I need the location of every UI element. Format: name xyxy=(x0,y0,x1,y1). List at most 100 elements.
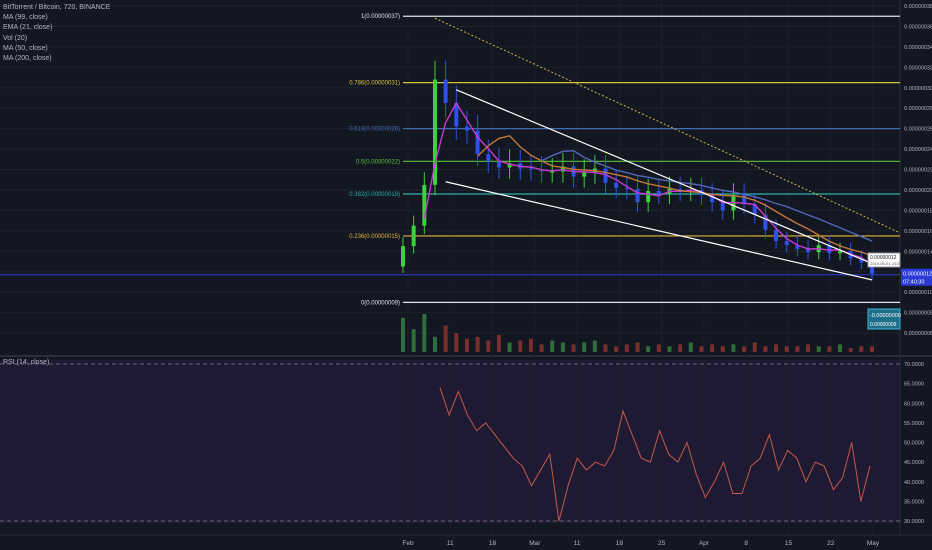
candle-body xyxy=(774,229,779,242)
time-tick-label: 18 xyxy=(616,540,624,547)
candle-body xyxy=(422,184,427,226)
price-tick-label: 0.00000032 xyxy=(904,65,932,71)
fib-level-label: 0.5(0.00000022) xyxy=(356,159,400,165)
price-tick-label: 0.00000028 xyxy=(904,106,932,112)
fib-level-label: 1(0.00000037) xyxy=(361,14,400,20)
indicator-ema21[interactable]: EMA (21, close) xyxy=(3,23,110,33)
volume-bar xyxy=(475,336,480,352)
time-tick-label: 15 xyxy=(785,540,793,547)
price-tick-label: 0.00000018 xyxy=(904,208,932,214)
time-tick-label: 25 xyxy=(658,540,666,547)
fib-level-label: 0.618(0.00000026) xyxy=(349,127,400,133)
volume-bar xyxy=(870,346,874,352)
rsi-tick-label: 70.0000 xyxy=(904,362,924,368)
volume-bar xyxy=(443,325,448,352)
volume-bar xyxy=(422,314,427,352)
price-tick-label: 0.00000016 xyxy=(904,229,932,235)
volume-bar xyxy=(656,344,661,352)
volume-bar xyxy=(603,344,608,352)
indicator-ma50[interactable]: MA (50, close) xyxy=(3,44,110,54)
price-tick-label: 0.00000038 xyxy=(904,4,932,10)
rsi-title[interactable]: RSI (14, close) xyxy=(3,359,49,366)
rsi-tick-label: 60.0000 xyxy=(904,401,924,407)
time-tick-label: 11 xyxy=(447,540,454,547)
volume-bar xyxy=(667,346,672,352)
volume-bar xyxy=(720,346,725,352)
candle-body xyxy=(656,190,661,195)
volume-bar xyxy=(539,344,544,352)
time-tick-label: 22 xyxy=(827,540,835,547)
volume-bar xyxy=(827,346,832,352)
candle-body xyxy=(486,154,491,162)
time-tick-label: May xyxy=(867,540,880,547)
time-tick-label: Feb xyxy=(402,540,414,547)
candle-body xyxy=(838,251,843,254)
volume-bar xyxy=(742,346,747,352)
volume-bar xyxy=(752,342,757,352)
candle-body xyxy=(646,190,651,203)
price-tick-label: 0.00000036 xyxy=(904,24,932,30)
price-tick-label: 0.00000014 xyxy=(904,249,932,255)
volume-bar xyxy=(806,344,811,352)
volume-bar xyxy=(550,340,555,352)
volume-bar xyxy=(518,340,523,352)
volume-bar xyxy=(614,346,619,352)
volume-bar xyxy=(838,344,843,352)
candle-body xyxy=(411,225,416,247)
volume-bar xyxy=(560,342,565,352)
volume-bar xyxy=(763,346,768,352)
price-tick-label: 0.00000022 xyxy=(904,168,932,174)
price-tick-label: 0.00000026 xyxy=(904,127,932,133)
volume-bar xyxy=(816,346,821,352)
measure-line-1: -0.00000000 xyxy=(870,313,901,319)
chart-screen: 0.00000006 0.00000008 0.00000010 0.00000012… xyxy=(0,0,932,550)
volume-bar xyxy=(496,334,501,352)
volume-bar xyxy=(454,333,459,352)
candle-body xyxy=(784,241,789,246)
indicator-volume[interactable]: Vol (20) xyxy=(3,34,110,44)
tooltip-date: 2019-05-01 23:00 xyxy=(870,261,902,266)
time-tick-label: Mar xyxy=(529,540,541,547)
candle-body xyxy=(464,126,469,131)
rsi-tick-label: 55.0000 xyxy=(904,421,924,427)
time-tick-label: 8 xyxy=(744,540,748,547)
symbol-title[interactable]: BitTorrent / Bitcoin, 720, BINANCE xyxy=(3,3,110,13)
volume-bar xyxy=(774,344,779,352)
chart-canvas[interactable]: 0.00000006 0.00000008 0.00000010 0.00000012… xyxy=(0,0,932,550)
candle-body xyxy=(443,79,448,104)
time-tick-label: 18 xyxy=(489,540,497,547)
volume-bar xyxy=(464,338,469,352)
candle-body xyxy=(550,171,555,173)
candle-body xyxy=(614,182,619,188)
volume-bar xyxy=(710,344,715,352)
volume-bar xyxy=(571,344,576,352)
candle-body xyxy=(528,168,533,170)
volume-bar xyxy=(582,342,587,352)
volume-bar xyxy=(848,348,853,352)
price-tick-label: 0.00000034 xyxy=(904,45,932,51)
time-tick-label: Apr xyxy=(699,540,710,547)
fib-level-label: 0(0.00000009) xyxy=(361,300,400,306)
candle-body xyxy=(401,246,405,267)
rsi-tick-label: 35.0000 xyxy=(904,499,924,505)
volume-bar xyxy=(432,336,437,352)
volume-bar xyxy=(507,342,512,352)
indicator-ma99[interactable]: MA (99, close) xyxy=(3,13,110,23)
fib-level-label: 0.382(0.00000019) xyxy=(349,192,400,198)
volume-bar xyxy=(688,342,693,352)
price-tick-label: 0.00000008 xyxy=(904,311,932,317)
volume-bar xyxy=(486,340,491,352)
volume-bar xyxy=(646,346,651,352)
indicator-ma200[interactable]: MA (200, close) xyxy=(3,54,110,64)
fib-level-label: 0.786(0.00000031) xyxy=(349,81,400,87)
rsi-tick-label: 40.0000 xyxy=(904,480,924,486)
price-tick-label: 0.00000020 xyxy=(904,188,932,194)
time-tick-label: 11 xyxy=(574,540,581,547)
candle-body xyxy=(720,202,725,211)
rsi-tick-label: 45.0000 xyxy=(904,460,924,466)
price-tick-label: 0.00000024 xyxy=(904,147,932,153)
candle-body xyxy=(496,161,501,168)
volume-bar xyxy=(784,346,789,352)
candle-body xyxy=(635,188,640,203)
fib-level-label: 0.236(0.00000015) xyxy=(349,234,400,240)
